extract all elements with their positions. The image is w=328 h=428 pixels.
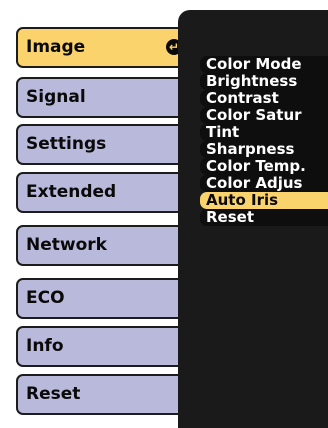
submenu-item-color-mode[interactable]: Color Mode bbox=[200, 56, 328, 73]
tab-network[interactable]: Network bbox=[16, 225, 190, 266]
tab-eco[interactable]: ECO bbox=[16, 278, 190, 319]
submenu-item-color-saturation[interactable]: Color Satur bbox=[200, 107, 328, 124]
tab-reset[interactable]: Reset bbox=[16, 374, 190, 415]
tab-settings[interactable]: Settings bbox=[16, 124, 190, 165]
submenu-item-brightness[interactable]: Brightness bbox=[200, 73, 328, 90]
submenu-item-auto-iris[interactable]: Auto Iris bbox=[200, 192, 328, 209]
tab-label: Info bbox=[26, 336, 64, 356]
tab-label: Extended bbox=[26, 182, 117, 202]
tab-label: Image bbox=[26, 37, 86, 57]
projector-menu-screen: Image ↵ Signal Settings Extended Network… bbox=[0, 0, 328, 428]
tab-extended[interactable]: Extended bbox=[16, 172, 190, 213]
main-menu-panel: Image ↵ Signal Settings Extended Network… bbox=[0, 0, 192, 428]
tab-image[interactable]: Image ↵ bbox=[16, 27, 192, 68]
tab-label: Settings bbox=[26, 134, 107, 154]
submenu-item-color-adjustment[interactable]: Color Adjus bbox=[200, 175, 328, 192]
tab-label: Signal bbox=[26, 87, 86, 107]
submenu-item-reset[interactable]: Reset bbox=[200, 209, 328, 226]
submenu-item-sharpness[interactable]: Sharpness bbox=[200, 141, 328, 158]
submenu-item-color-temp[interactable]: Color Temp. bbox=[200, 158, 328, 175]
tab-label: ECO bbox=[26, 288, 65, 308]
submenu-item-tint[interactable]: Tint bbox=[200, 124, 328, 141]
tab-signal[interactable]: Signal bbox=[16, 77, 190, 118]
submenu-item-contrast[interactable]: Contrast bbox=[200, 90, 328, 107]
tab-label: Reset bbox=[26, 384, 81, 404]
submenu-list: Color Mode Brightness Contrast Color Sat… bbox=[200, 56, 328, 226]
tab-info[interactable]: Info bbox=[16, 326, 190, 367]
tab-label: Network bbox=[26, 235, 107, 255]
